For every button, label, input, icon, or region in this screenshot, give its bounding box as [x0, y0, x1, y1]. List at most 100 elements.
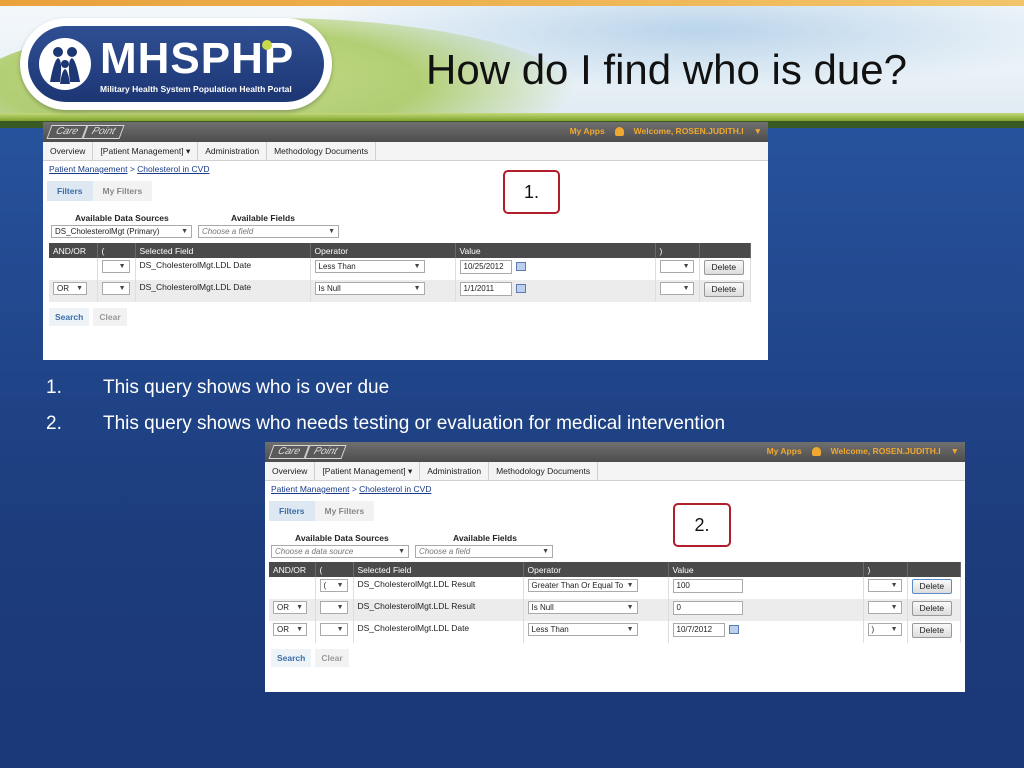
dropdown-arrow-icon: ▼	[890, 582, 898, 589]
nav-administration[interactable]: Administration	[420, 462, 490, 480]
filter-table: AND/OR ( Selected Field Operator Value )…	[49, 243, 751, 302]
calendar-icon[interactable]	[515, 262, 526, 272]
my-apps-link[interactable]: My Apps	[570, 126, 605, 136]
open-paren-cell: (▼	[315, 577, 354, 599]
clear-button[interactable]: Clear	[93, 308, 127, 326]
header-green-bar	[0, 113, 1024, 121]
clear-button[interactable]: Clear	[315, 649, 349, 667]
nav-overview[interactable]: Overview	[265, 462, 316, 480]
actions-cell: Delete	[699, 258, 751, 280]
list-number: 2.	[46, 413, 62, 434]
welcome-menu[interactable]: Welcome, ROSEN.JUDITH.I	[634, 126, 744, 136]
open-paren-select[interactable]: ▼	[319, 623, 348, 636]
value-cell: 100	[668, 577, 864, 599]
col-value: Value	[455, 243, 656, 258]
breadcrumb-cholesterol[interactable]: Cholesterol in CVD	[137, 164, 209, 174]
value-input[interactable]: 0	[672, 601, 743, 615]
value-input[interactable]: 10/25/2012	[459, 260, 512, 274]
table-row: (▼ DS_CholesterolMgt.LDL Result Greater …	[269, 577, 961, 599]
andor-select[interactable]: OR ▼	[273, 623, 307, 636]
andor-value: OR	[277, 625, 289, 634]
value-input[interactable]: 100	[672, 579, 743, 593]
delete-button[interactable]: Delete	[911, 623, 953, 638]
brand-care: Care	[268, 445, 310, 459]
logo-subtitle: Military Health System Population Health…	[100, 84, 292, 94]
close-paren-select[interactable]: ▼	[659, 282, 694, 295]
nav-administration[interactable]: Administration	[198, 142, 268, 160]
close-paren-select[interactable]: ) ▼	[867, 623, 902, 636]
callout-1: 1.	[503, 170, 560, 214]
dropdown-arrow-icon: ▼	[626, 626, 634, 633]
calendar-icon[interactable]	[515, 284, 526, 294]
data-source-select[interactable]: Choose a data source ▼	[271, 545, 409, 558]
delete-button[interactable]: Delete	[703, 260, 745, 275]
open-paren-cell: ▼	[315, 599, 354, 621]
tab-my-filters[interactable]: My Filters	[92, 181, 153, 201]
col-open-paren: (	[315, 562, 354, 577]
nav-patient-management[interactable]: [Patient Management] ▾	[315, 462, 421, 480]
close-paren-select[interactable]: ▼	[659, 260, 694, 273]
breadcrumb: Patient Management > Cholesterol in CVD	[43, 161, 768, 177]
source-labels: Available Data Sources Available Fields	[265, 533, 965, 543]
explanation-list: 1. This query shows who is over due 2. T…	[46, 370, 725, 442]
dropdown-arrow-icon: ▼	[336, 626, 344, 633]
nav-methodology-documents[interactable]: Methodology Documents	[489, 462, 599, 480]
tab-filters[interactable]: Filters	[47, 181, 93, 201]
list-number: 1.	[46, 377, 62, 398]
andor-select[interactable]: OR ▼	[53, 282, 87, 295]
open-paren-select[interactable]: (▼	[319, 579, 348, 592]
nav-overview[interactable]: Overview	[43, 142, 94, 160]
value-cell: 10/25/2012	[455, 258, 656, 280]
open-paren-select[interactable]: ▼	[319, 601, 348, 614]
tab-my-filters[interactable]: My Filters	[314, 501, 375, 521]
dropdown-arrow-icon: ▼	[118, 285, 126, 292]
dropdown-arrow-icon: ▼	[626, 582, 634, 589]
dropdown-arrow-icon: ▼	[413, 285, 421, 292]
open-paren-select[interactable]: ▼	[101, 282, 130, 295]
open-paren-value: (	[323, 581, 327, 590]
breadcrumb-patient-management[interactable]: Patient Management	[49, 164, 127, 174]
close-paren-select[interactable]: ▼	[867, 579, 902, 592]
callout-2: 2.	[673, 503, 731, 547]
delete-button[interactable]: Delete	[911, 601, 953, 616]
tab-filters[interactable]: Filters	[269, 501, 315, 521]
dropdown-arrow-icon: ▼	[890, 604, 898, 611]
field-select[interactable]: Choose a field ▼	[198, 225, 339, 238]
nav-methodology-documents[interactable]: Methodology Documents	[267, 142, 377, 160]
open-paren-select[interactable]: ▼	[101, 260, 130, 273]
field-cell: DS_CholesterolMgt.LDL Result	[353, 577, 524, 599]
value-input[interactable]: 10/7/2012	[672, 623, 725, 637]
close-paren-select[interactable]: ▼	[867, 601, 902, 614]
andor-select[interactable]: OR ▼	[273, 601, 307, 614]
calendar-icon[interactable]	[728, 625, 739, 635]
delete-button[interactable]: Delete	[911, 579, 953, 594]
family-icon	[39, 38, 91, 90]
operator-select[interactable]: Is Null ▼	[527, 601, 638, 614]
my-apps-link[interactable]: My Apps	[767, 446, 802, 456]
col-operator: Operator	[523, 562, 669, 577]
delete-button[interactable]: Delete	[703, 282, 745, 297]
breadcrumb-patient-management[interactable]: Patient Management	[271, 484, 349, 494]
breadcrumb-cholesterol[interactable]: Cholesterol in CVD	[359, 484, 431, 494]
value-cell: 0	[668, 599, 864, 621]
filter-table: AND/OR ( Selected Field Operator Value )…	[269, 562, 961, 643]
data-source-select[interactable]: DS_CholesterolMgt (Primary) ▼	[51, 225, 192, 238]
nav-patient-management[interactable]: [Patient Management] ▾	[93, 142, 199, 160]
value-input[interactable]: 1/1/2011	[459, 282, 512, 296]
col-open-paren: (	[97, 243, 136, 258]
search-button[interactable]: Search	[49, 308, 90, 326]
operator-select[interactable]: Less Than ▼	[527, 623, 638, 636]
header-top-line	[0, 0, 1024, 6]
operator-select[interactable]: Is Null ▼	[314, 282, 425, 295]
operator-select[interactable]: Less Than ▼	[314, 260, 425, 273]
list-text: This query shows who needs testing or ev…	[103, 413, 726, 434]
close-paren-cell: ▼	[655, 280, 700, 302]
field-select[interactable]: Choose a field ▼	[415, 545, 553, 558]
dropdown-arrow-icon: ▼	[413, 263, 421, 270]
col-operator: Operator	[310, 243, 456, 258]
search-button[interactable]: Search	[271, 649, 312, 667]
welcome-menu[interactable]: Welcome, ROSEN.JUDITH.I	[831, 446, 941, 456]
operator-select[interactable]: Greater Than Or Equal To ▼	[527, 579, 638, 592]
dropdown-arrow-icon: ▼	[398, 548, 405, 555]
brand-point: Point	[82, 125, 125, 139]
